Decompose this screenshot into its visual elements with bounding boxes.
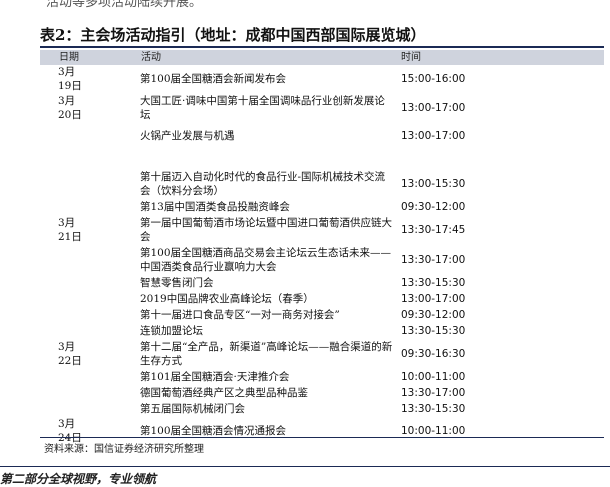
date-cell: 3月20日 [58,95,82,121]
time-cell: 15:00-16:00 [401,73,466,85]
time-cell: 10:00-11:00 [401,371,466,383]
time-cell: 13:30-17:45 [401,224,466,236]
time-cell: 13:30-17:00 [401,387,466,399]
table-bottom-rule [40,437,604,438]
activity-cell: 第十一届进口食品专区“一对一商务对接会” [140,309,340,321]
date-cell [40,291,82,307]
time-cell: 13:00-17:00 [401,102,466,114]
date-cell [40,149,82,169]
date-cell [40,401,82,417]
time-cell: 10:00-11:00 [401,425,466,437]
date-cell [40,245,82,275]
activity-cell: 第五届国际机械闭门会 [140,403,245,415]
header-time: 时间 [401,52,421,63]
header-activity: 活动 [141,52,161,63]
caption-rule [40,46,604,48]
header-date: 日期 [59,52,79,63]
date-cell [40,369,82,385]
table-row: 3月21日 第一届中国葡萄酒市场论坛暨中国进口葡萄酒供应链大会 13:30-17… [40,215,604,245]
activity-cell: 智慧零售闭门会 [140,277,214,289]
time-cell: 13:30-15:30 [401,325,466,337]
activity-cell [82,149,394,169]
time-cell: 13:00-15:30 [401,178,466,190]
date-cell: 3月19日 [58,66,82,92]
table-row: 第五届国际机械闭门会 13:30-15:30 [40,401,604,417]
time-cell: 13:00-17:00 [401,293,466,305]
activity-cell: 火锅产业发展与机遇 [140,130,235,142]
table-row: 第十一届进口食品专区“一对一商务对接会” 09:30-12:00 [40,307,604,323]
date-cell [40,169,82,199]
time-cell: 13:30-17:00 [401,254,466,266]
source-note: 资料来源：国信证券经济研究所整理 [44,444,204,455]
event-schedule-table: 日期 活动 时间 3月19日 第100届全国糖酒会新闻发布会 15:00-16:… [40,50,604,445]
table-row: 2019中国品牌农业高峰论坛（春季） 13:00-17:00 [40,291,604,307]
table-row: 第13届中国酒类食品投融资峰会 09:30-12:00 [40,199,604,215]
footer-text: 第二部分全球视野，专业领航 [0,472,157,486]
time-cell: 13:30-15:30 [401,277,466,289]
activity-cell: 第100届全国糖酒会新闻发布会 [140,73,287,85]
table-row: 3月22日 第十二届“全产品，新渠道”高峰论坛——融合渠道的新生存方式 09:3… [40,339,604,369]
date-cell: 3月21日 [58,217,82,243]
time-cell: 09:30-12:00 [401,309,466,321]
section-footer: 第二部分全球视野，专业领航 [0,470,156,487]
footer-rule [0,466,610,467]
table-row: 德国葡萄酒经典产区之典型品种品鉴 13:30-17:00 [40,385,604,401]
table-row: 第100届全国糖酒商品交易会主论坛云生态话未来——中国酒类食品行业赢响力大会 1… [40,245,604,275]
date-cell [40,199,82,215]
previous-paragraph-fragment: 活动等多项活动陆续开展。 [46,0,203,10]
time-cell: 13:00-17:00 [401,130,466,142]
table-row: 3月20日 大国工匠·调味中国第十届全国调味品行业创新发展论坛 13:00-17… [40,93,604,123]
table-row: 3月19日 第100届全国糖酒会新闻发布会 15:00-16:00 [40,65,604,93]
date-cell [40,275,82,291]
activity-cell: 第100届全国糖酒商品交易会主论坛云生态话未来——中国酒类食品行业赢响力大会 [140,247,392,273]
activity-cell: 德国葡萄酒经典产区之典型品种品鉴 [140,387,308,399]
date-cell: 3月22日 [58,341,82,367]
time-cell: 13:30-15:30 [401,403,466,415]
table-row: 火锅产业发展与机遇 13:00-17:00 [40,123,604,149]
table-row: 连锁加盟论坛 13:30-15:30 [40,323,604,339]
date-cell [40,385,82,401]
table-row [40,149,604,169]
activity-cell: 2019中国品牌农业高峰论坛（春季） [140,293,314,305]
activity-cell: 第一届中国葡萄酒市场论坛暨中国进口葡萄酒供应链大会 [140,217,392,243]
activity-cell: 第十届迈入自动化时代的食品行业-国际机械技术交流会（饮料分会场） [140,171,386,197]
activity-cell: 第十二届“全产品，新渠道”高峰论坛——融合渠道的新生存方式 [140,341,393,367]
table-caption: 表2：主会场活动指引（地址：成都中国西部国际展览城） [40,26,426,44]
time-cell: 09:30-12:00 [401,201,466,213]
date-cell [40,323,82,339]
date-cell [40,123,82,149]
activity-cell: 第101届全国糖酒会·天津推介会 [140,371,290,383]
table-row: 智慧零售闭门会 13:30-15:30 [40,275,604,291]
activity-cell: 第13届中国酒类食品投融资峰会 [140,201,290,213]
time-cell [394,149,604,169]
date-cell [40,307,82,323]
table-header-row: 日期 活动 时间 [40,50,604,65]
activity-cell: 连锁加盟论坛 [140,325,203,337]
table-row: 第101届全国糖酒会·天津推介会 10:00-11:00 [40,369,604,385]
activity-cell: 大国工匠·调味中国第十届全国调味品行业创新发展论坛 [140,95,385,121]
table-row: 第十届迈入自动化时代的食品行业-国际机械技术交流会（饮料分会场） 13:00-1… [40,169,604,199]
time-cell: 09:30-16:30 [401,348,466,360]
